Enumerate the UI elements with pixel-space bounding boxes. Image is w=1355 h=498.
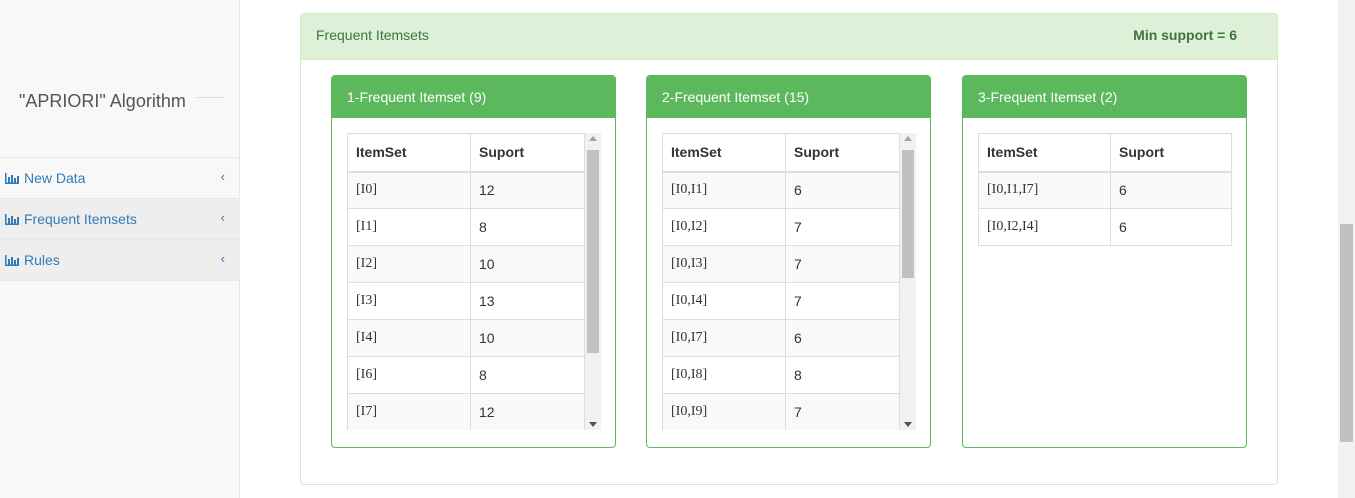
chevron-left-icon: ‹ [220,210,225,225]
itemset-cell: [I0,I1,I7] [978,171,1111,209]
itemset-table: ItemSet Suport [I0,I1] 6 [I0,I2] 7 [I0,I3]… [662,133,900,430]
table-row: [I0,I3] 7 [662,245,900,283]
itemset-cell: [I6] [347,356,471,394]
itemset-table: ItemSet Suport [I0,I1,I7] 6 [I0,I2,I4] 6 [978,133,1232,246]
sidebar-item-frequent-itemsets[interactable]: Frequent Itemsets ‹ [0,199,240,240]
table-row: [I6] 8 [347,356,585,394]
support-cell: 13 [470,282,585,320]
itemset-table-scroll-area[interactable]: ItemSet Suport [I0] 12 [I1] 8 [I2] 10 [I3] 1… [347,133,601,430]
itemset-card-3: 3-Frequent Itemset (2) ItemSet Suport [I… [962,75,1247,448]
main-content: Frequent Itemsets Min support = 6 1-Freq… [240,0,1338,498]
column-header-support: Suport [1110,133,1232,173]
scroll-thumb[interactable] [587,150,599,353]
card-title: 1-Frequent Itemset (9) [332,76,615,118]
itemset-cell: [I0,I8] [662,356,786,394]
itemset-table-scroll-area[interactable]: ItemSet Suport [I0,I1] 6 [I0,I2] 7 [I0,I3]… [662,133,916,430]
table-row: [I0,I4] 7 [662,282,900,320]
sidebar-nav: New Data ‹ Frequent Itemsets ‹ Rules ‹ [0,157,240,281]
itemset-card-1: 1-Frequent Itemset (9) ItemSet Suport [I… [331,75,616,448]
scroll-thumb[interactable] [902,150,914,278]
table-row: [I4] 10 [347,319,585,357]
column-header-support: Suport [470,133,585,173]
itemset-cell: [I7] [347,393,471,430]
bar-chart-icon [5,172,19,184]
table-row: [I0,I2,I4] 6 [978,208,1232,246]
chevron-left-icon: ‹ [220,169,225,184]
scroll-down-arrow-icon[interactable] [904,422,912,427]
table-scrollbar[interactable] [900,133,916,430]
itemset-cell: [I0,I3] [662,245,786,283]
min-support-label: Min support = 6 [1133,27,1237,43]
card-title: 3-Frequent Itemset (2) [963,76,1246,118]
page-scrollbar[interactable] [1338,0,1355,498]
table-row: [I0,I8] 8 [662,356,900,394]
scroll-down-arrow-icon[interactable] [589,422,597,427]
table-row: [I7] 12 [347,393,585,430]
column-header-support: Suport [785,133,900,173]
itemset-table-area: ItemSet Suport [I0,I1,I7] 6 [I0,I2,I4] 6 [978,133,1232,430]
support-cell: 7 [785,282,900,320]
sidebar-item-label: Frequent Itemsets [24,211,137,227]
itemset-cell: [I0,I9] [662,393,786,430]
support-cell: 6 [785,171,900,209]
bar-chart-icon [5,213,19,225]
table-row: [I0,I1,I7] 6 [978,171,1232,209]
bar-chart-icon [5,254,19,266]
table-row: [I0,I7] 6 [662,319,900,357]
sidebar-item-rules[interactable]: Rules ‹ [0,240,240,281]
table-scrollbar[interactable] [585,133,601,430]
support-cell: 8 [470,356,585,394]
sidebar-item-new-data[interactable]: New Data ‹ [0,158,240,199]
itemset-cell: [I2] [347,245,471,283]
column-header-itemset: ItemSet [662,133,786,173]
table-row: [I0,I9] 7 [662,393,900,430]
sidebar-item-label: Rules [24,252,60,268]
scroll-up-arrow-icon[interactable] [904,136,912,141]
column-header-itemset: ItemSet [978,133,1111,173]
support-cell: 6 [785,319,900,357]
support-cell: 7 [785,208,900,246]
itemset-cell: [I0,I7] [662,319,786,357]
itemset-cell: [I3] [347,282,471,320]
support-cell: 10 [470,319,585,357]
panel-heading: Frequent Itemsets Min support = 6 [301,14,1277,60]
itemset-cell: [I4] [347,319,471,357]
table-row: [I1] 8 [347,208,585,246]
support-cell: 6 [1110,171,1232,209]
itemset-cell: [I0,I4] [662,282,786,320]
support-cell: 8 [470,208,585,246]
panel-title: Frequent Itemsets [316,27,429,43]
brand-divider [196,97,224,98]
itemset-cell: [I0,I1] [662,171,786,209]
scroll-up-arrow-icon[interactable] [589,136,597,141]
itemset-cell: [I0,I2,I4] [978,208,1111,246]
support-cell: 8 [785,356,900,394]
table-row: [I2] 10 [347,245,585,283]
support-cell: 10 [470,245,585,283]
itemset-cell: [I0,I2] [662,208,786,246]
table-row: [I0] 12 [347,171,585,209]
table-row: [I0,I1] 6 [662,171,900,209]
sidebar: "APRIORI" Algorithm New Data ‹ Frequent … [0,0,240,498]
sidebar-item-label: New Data [24,170,86,186]
itemset-cell: [I1] [347,208,471,246]
page-scroll-thumb[interactable] [1340,224,1353,442]
card-title: 2-Frequent Itemset (15) [647,76,930,118]
table-row: [I3] 13 [347,282,585,320]
chevron-left-icon: ‹ [220,251,225,266]
itemset-cell: [I0] [347,171,471,209]
table-row: [I0,I2] 7 [662,208,900,246]
support-cell: 6 [1110,208,1232,246]
frequent-itemsets-panel: Frequent Itemsets Min support = 6 1-Freq… [300,13,1278,485]
support-cell: 12 [470,393,585,430]
app-brand[interactable]: "APRIORI" Algorithm [19,91,186,112]
support-cell: 7 [785,393,900,430]
column-header-itemset: ItemSet [347,133,471,173]
itemset-card-2: 2-Frequent Itemset (15) ItemSet Suport [… [646,75,931,448]
support-cell: 7 [785,245,900,283]
support-cell: 12 [470,171,585,209]
itemset-table: ItemSet Suport [I0] 12 [I1] 8 [I2] 10 [I3] 1… [347,133,585,430]
